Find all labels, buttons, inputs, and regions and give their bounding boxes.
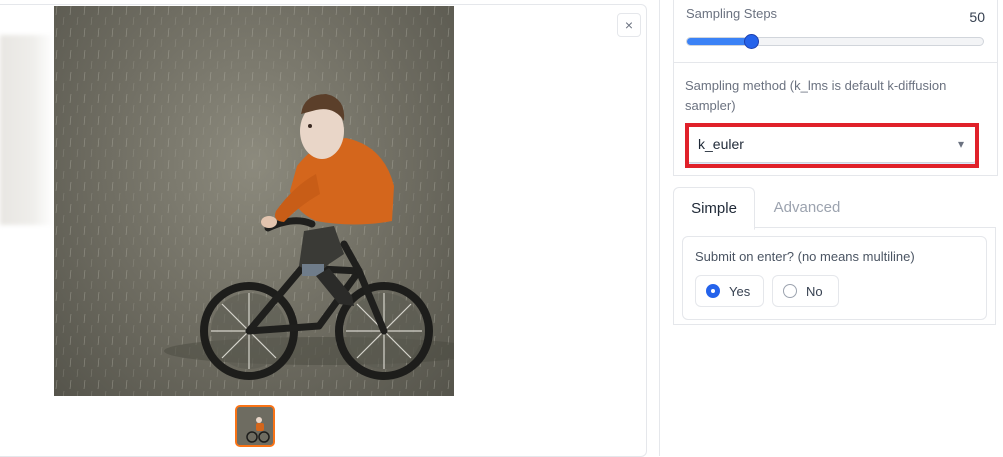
radio-no[interactable]: No: [772, 275, 839, 307]
sampling-steps-value[interactable]: 50: [969, 9, 985, 25]
panel-divider: [659, 0, 660, 456]
close-icon[interactable]: ×: [617, 13, 641, 37]
sampling-steps-block: Sampling Steps 50: [674, 0, 997, 63]
sampling-steps-slider[interactable]: [686, 34, 984, 49]
image-gallery: ×: [0, 4, 647, 457]
radio-no-label: No: [806, 283, 823, 299]
mode-tabs: Simple Advanced: [673, 187, 996, 230]
chevron-down-icon: ▾: [957, 137, 964, 151]
tab-advanced[interactable]: Advanced: [767, 187, 847, 227]
submit-on-enter-group: Submit on enter? (no means multiline) Ye…: [682, 236, 987, 320]
radio-unchecked-icon: [783, 284, 797, 298]
slider-fill: [687, 38, 751, 45]
sampling-steps-label: Sampling Steps: [686, 6, 778, 21]
tab-simple[interactable]: Simple: [673, 187, 755, 230]
blurred-background-image: [0, 35, 54, 225]
image-thumbnail[interactable]: [235, 405, 275, 447]
radio-yes[interactable]: Yes: [695, 275, 764, 307]
sampling-method-dropdown[interactable]: k_euler ▾: [685, 125, 977, 163]
radio-checked-icon: [706, 284, 720, 298]
slider-handle[interactable]: [743, 34, 759, 49]
sampling-method-label: Sampling method (k_lms is default k-diff…: [685, 78, 947, 113]
generated-image[interactable]: [54, 6, 454, 396]
boy-on-bicycle-illustration: [54, 6, 454, 396]
thumbnail-illustration: [237, 407, 273, 445]
sampling-method-selected: k_euler: [698, 136, 744, 152]
radio-yes-label: Yes: [729, 283, 751, 299]
submit-on-enter-label: Submit on enter? (no means multiline): [695, 249, 915, 264]
dropdown-focus-underline: [685, 163, 979, 165]
